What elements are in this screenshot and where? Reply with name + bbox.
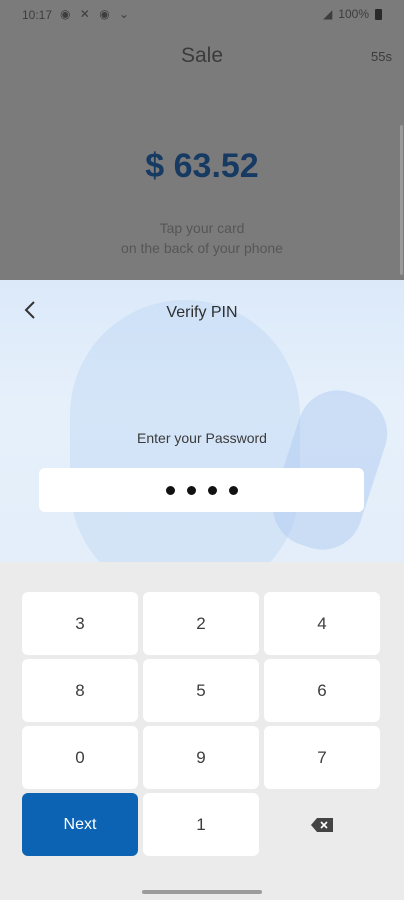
system-icons: ◢ 100% — [323, 7, 382, 21]
home-indicator — [142, 890, 262, 894]
key-5[interactable]: 5 — [143, 659, 259, 722]
next-button[interactable]: Next — [22, 793, 138, 856]
hint-line-1: Tap your card — [159, 220, 245, 236]
backspace-icon — [311, 817, 333, 832]
key-8[interactable]: 8 — [22, 659, 138, 722]
pin-input[interactable] — [39, 468, 364, 512]
countdown-timer: 55s — [371, 49, 392, 64]
tap-card-hint: Tap your card on the back of your phone — [0, 218, 404, 258]
key-7[interactable]: 7 — [264, 726, 380, 789]
key-9[interactable]: 9 — [143, 726, 259, 789]
pin-dot — [207, 485, 217, 495]
backspace-button[interactable] — [264, 793, 380, 856]
password-label: Enter your Password — [137, 430, 267, 446]
key-4[interactable]: 4 — [264, 592, 380, 655]
numeric-keypad: 3 2 4 8 5 6 0 9 7 Next 1 — [0, 562, 404, 900]
sale-amount: $ 63.52 — [145, 147, 259, 185]
signal-icon: ◢ — [323, 7, 333, 21]
pin-dot — [165, 485, 175, 495]
battery-level: 100% — [338, 7, 369, 21]
sale-screen-background: 10:17 ◉ ✕ ◉ ⌄ ◢ 100% Sale 55s $ 63.52 Ta… — [0, 0, 404, 300]
pin-dot — [228, 485, 238, 495]
pin-dot — [186, 485, 196, 495]
battery-icon — [375, 8, 382, 20]
sheet-title: Verify PIN — [166, 304, 238, 321]
status-bar: 10:17 ◉ ✕ ◉ ⌄ ◢ 100% — [0, 0, 404, 30]
page-title: Sale — [180, 44, 224, 67]
key-1[interactable]: 1 — [143, 793, 259, 856]
key-6[interactable]: 6 — [264, 659, 380, 722]
verify-pin-sheet: Verify PIN Enter your Password — [0, 280, 404, 562]
hint-line-2: on the back of your phone — [121, 240, 283, 256]
key-0[interactable]: 0 — [22, 726, 138, 789]
notification-icons: ◉ ✕ ◉ ⌄ — [60, 7, 133, 21]
key-2[interactable]: 2 — [143, 592, 259, 655]
key-3[interactable]: 3 — [22, 592, 138, 655]
scrollbar — [400, 125, 403, 275]
status-time: 10:17 — [22, 8, 53, 22]
